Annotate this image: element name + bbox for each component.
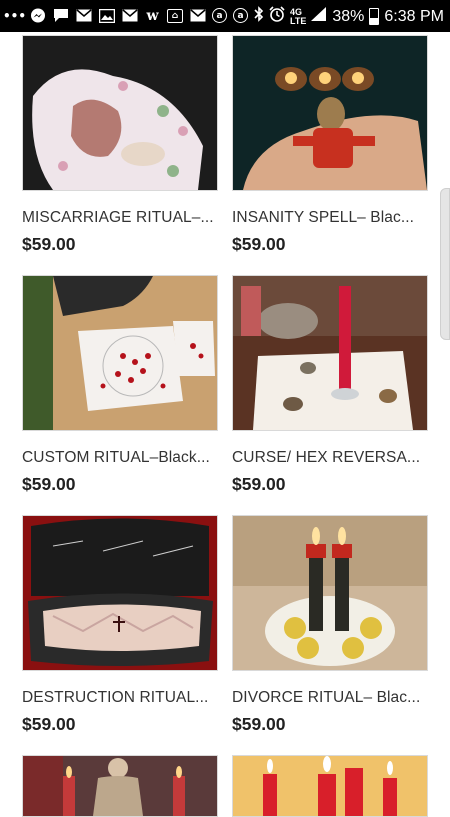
product-image[interactable]: [232, 275, 428, 431]
product-price: $59.00: [232, 234, 286, 254]
mail-icon: [189, 7, 206, 24]
gallery-mail-icon: [98, 7, 115, 24]
product-title[interactable]: DIVORCE RITUAL– Blac...: [232, 689, 428, 707]
scroll-handle[interactable]: [440, 188, 450, 340]
messenger-icon: [29, 7, 46, 24]
shopping-bag-icon: ⌂: [167, 8, 183, 23]
battery-icon: [369, 8, 380, 25]
product-price: $59.00: [232, 474, 286, 494]
product-image[interactable]: [22, 275, 218, 431]
product-image[interactable]: [22, 35, 218, 191]
wish-icon: w: [146, 7, 159, 24]
mail-icon: [75, 7, 92, 24]
message-icon: [52, 7, 69, 24]
clock: 6:38 PM: [384, 7, 444, 25]
product-price: $59.00: [232, 714, 286, 734]
ellipsis-icon: •••: [3, 8, 27, 23]
product-title[interactable]: CUSTOM RITUAL–Black...: [22, 449, 218, 467]
bluetooth-icon: [254, 6, 264, 27]
lock-app-icon: a: [233, 8, 248, 23]
status-bar: ••• w ⌂ a a 4G LTE 38% 6:38 PM: [0, 0, 450, 32]
lock-app-icon: a: [212, 8, 227, 23]
system-status: 4G LTE 38% 6:38 PM: [254, 6, 444, 27]
mail-icon: [121, 7, 138, 24]
alarm-icon: [269, 6, 285, 27]
product-image[interactable]: [232, 515, 428, 671]
signal-icon: [311, 7, 327, 26]
product-image[interactable]: [22, 515, 218, 671]
network-type-label: 4G LTE: [290, 6, 307, 26]
product-title[interactable]: CURSE/ HEX REVERSA...: [232, 449, 428, 467]
product-title[interactable]: INSANITY SPELL– Blac...: [232, 209, 428, 227]
product-image[interactable]: [232, 35, 428, 191]
product-title[interactable]: DESTRUCTION RITUAL...: [22, 689, 218, 707]
battery-percent: 38%: [332, 7, 365, 25]
product-price: $59.00: [22, 714, 76, 734]
product-price: $59.00: [22, 474, 76, 494]
product-price: $59.00: [22, 234, 76, 254]
product-image[interactable]: [232, 755, 428, 817]
notification-icons: ••• w ⌂ a a: [3, 7, 248, 24]
product-title[interactable]: MISCARRIAGE RITUAL–...: [22, 209, 218, 227]
product-image[interactable]: [22, 755, 218, 817]
